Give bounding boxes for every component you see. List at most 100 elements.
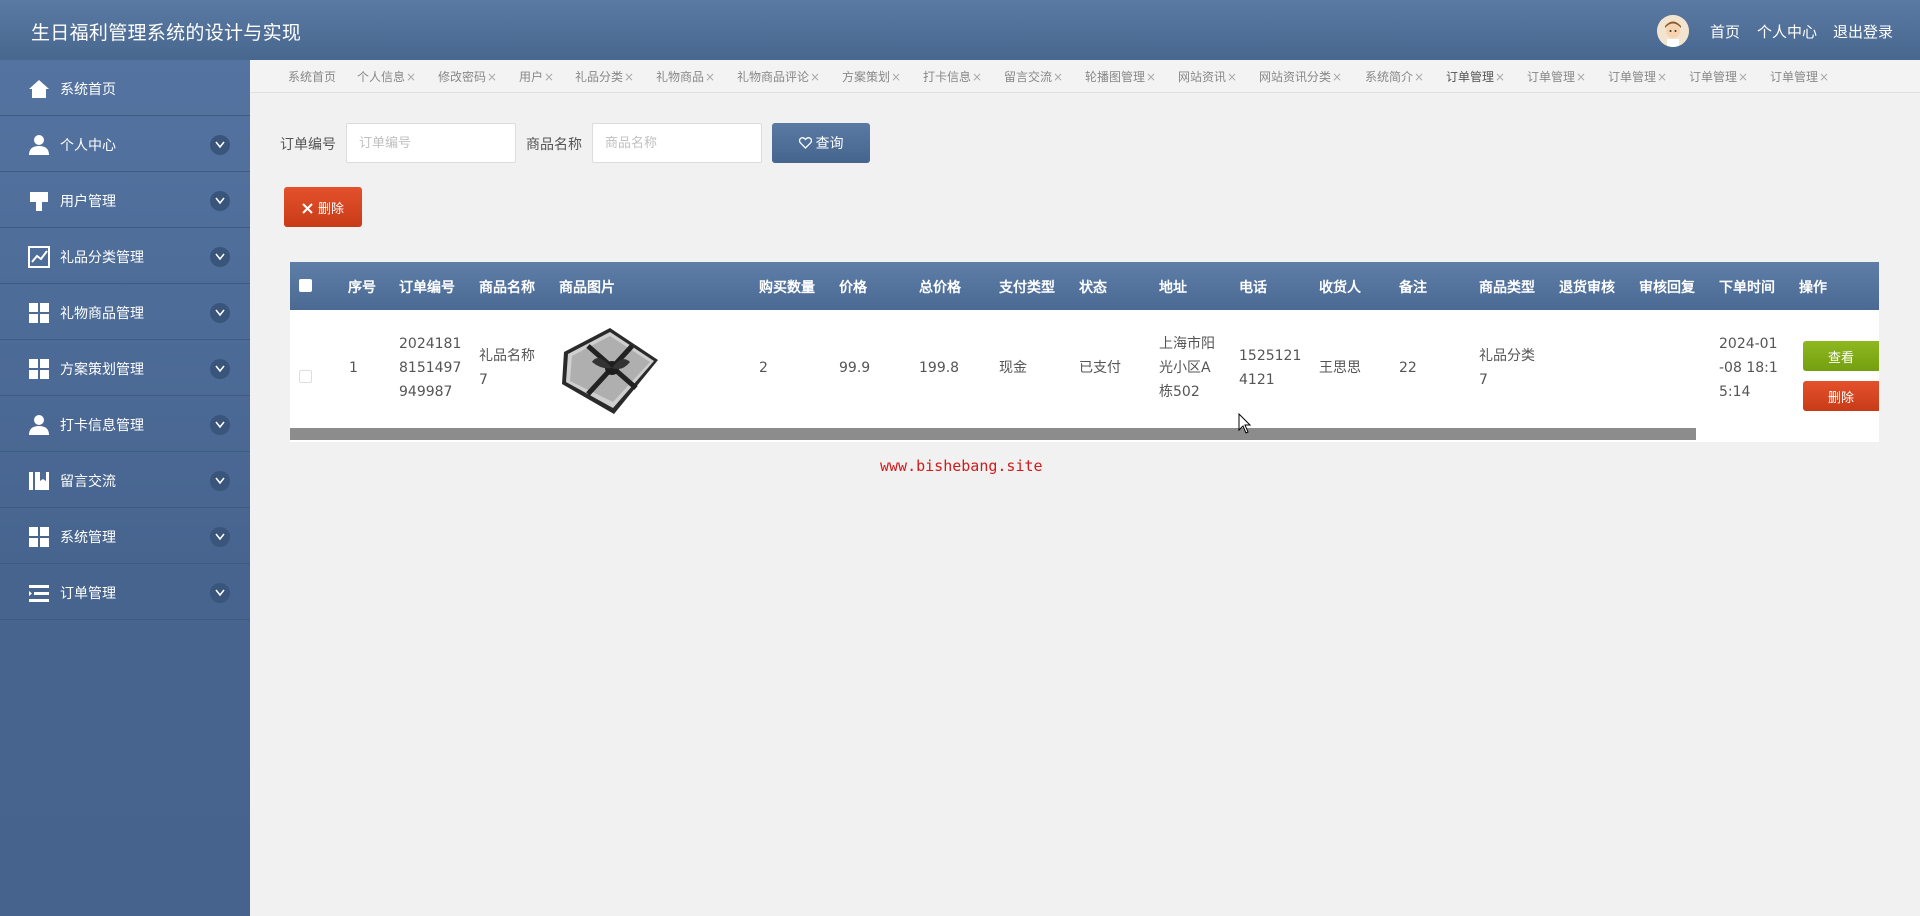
close-icon[interactable]: × — [1738, 70, 1748, 84]
tab-news[interactable]: 网站资讯× — [1178, 68, 1237, 85]
row-delete-button[interactable]: 删除 — [1803, 381, 1879, 411]
close-icon[interactable]: × — [1576, 70, 1586, 84]
table-row: 1 2024181 8151497 949987 礼品名称 7 2 99.9 1… — [290, 310, 1879, 442]
cell-line: 栋502 — [1159, 384, 1200, 400]
sidebar-item-system[interactable]: 系统管理 — [0, 508, 250, 564]
cell-order-time: 2024-01 -08 18:1 5:14 — [1719, 332, 1778, 404]
horizontal-scrollbar[interactable] — [290, 428, 1696, 440]
chevron-down-icon[interactable] — [210, 527, 230, 547]
tab-label: 系统简介 — [1365, 70, 1414, 84]
tab-label: 礼物商品评论 — [737, 70, 810, 84]
tab-users[interactable]: 用户× — [519, 68, 554, 85]
close-icon[interactable]: × — [1053, 70, 1063, 84]
column-header: 操作 — [1799, 280, 1827, 296]
batch-delete-label: 删除 — [317, 200, 344, 216]
sidebar-item-users[interactable]: 用户管理 — [0, 172, 250, 228]
tab-orders[interactable]: 订单管理× — [1527, 68, 1586, 85]
sidebar-item-gift-category[interactable]: 礼品分类管理 — [0, 228, 250, 284]
sidebar-item-checkin[interactable]: 打卡信息管理 — [0, 396, 250, 452]
cell-line: 5:14 — [1719, 384, 1751, 400]
cell-status: 已支付 — [1079, 360, 1121, 376]
batch-delete-button[interactable]: 删除 — [284, 187, 362, 227]
chevron-down-icon[interactable] — [210, 583, 230, 603]
orders-table: 序号 订单编号 商品名称 商品图片 购买数量 价格 总价格 支付类型 状态 地址… — [290, 262, 1879, 442]
sidebar-item-profile[interactable]: 个人中心 — [0, 116, 250, 172]
close-icon[interactable]: × — [972, 70, 982, 84]
close-icon[interactable]: × — [891, 70, 901, 84]
close-icon[interactable]: × — [1146, 70, 1156, 84]
list-icon — [29, 585, 49, 602]
tab-news-category[interactable]: 网站资讯分类× — [1259, 68, 1342, 85]
tab-label: 网站资讯 — [1178, 70, 1227, 84]
tab-bar: 系统首页 个人信息× 修改密码× 用户× 礼品分类× 礼物商品× 礼物商品评论×… — [250, 60, 1920, 93]
sidebar-item-label: 订单管理 — [60, 586, 116, 602]
tab-plans[interactable]: 方案策划× — [842, 68, 901, 85]
column-header: 下单时间 — [1719, 280, 1775, 296]
select-all-checkbox[interactable] — [299, 279, 312, 292]
order-no-input[interactable] — [346, 123, 516, 163]
close-icon[interactable]: × — [810, 70, 820, 84]
close-icon[interactable]: × — [1332, 70, 1342, 84]
sidebar-item-home[interactable]: 系统首页 — [0, 60, 250, 116]
close-icon[interactable]: × — [487, 70, 497, 84]
tab-orders-active[interactable]: 订单管理× — [1446, 68, 1505, 85]
sidebar-item-plans[interactable]: 方案策划管理 — [0, 340, 250, 396]
user-icon — [29, 415, 49, 435]
sidebar-item-orders[interactable]: 订单管理 — [0, 564, 250, 620]
chevron-down-icon[interactable] — [210, 191, 230, 211]
close-icon[interactable]: × — [544, 70, 554, 84]
cell-line: 7 — [1479, 372, 1488, 388]
tab-messages[interactable]: 留言交流× — [1004, 68, 1063, 85]
product-name-label: 商品名称 — [526, 137, 582, 153]
column-header: 序号 — [348, 280, 376, 296]
tab-profile-info[interactable]: 个人信息× — [357, 68, 416, 85]
nav-profile[interactable]: 个人中心 — [1757, 21, 1817, 42]
product-name-input[interactable] — [592, 123, 762, 163]
close-icon[interactable]: × — [406, 70, 416, 84]
chevron-down-icon[interactable] — [210, 135, 230, 155]
tab-orders[interactable]: 订单管理× — [1689, 68, 1748, 85]
tab-carousel[interactable]: 轮播图管理× — [1085, 68, 1156, 85]
chevron-down-icon[interactable] — [210, 247, 230, 267]
nav-logout[interactable]: 退出登录 — [1833, 21, 1893, 42]
avatar[interactable] — [1657, 15, 1689, 47]
close-icon[interactable]: × — [1414, 70, 1424, 84]
tab-home[interactable]: 系统首页 — [288, 68, 336, 85]
grid-icon — [29, 359, 49, 379]
tab-gift-reviews[interactable]: 礼物商品评论× — [737, 68, 820, 85]
chevron-down-icon[interactable] — [210, 359, 230, 379]
query-button[interactable]: 查询 — [772, 123, 870, 163]
column-header: 商品名称 — [479, 280, 535, 296]
tab-change-password[interactable]: 修改密码× — [438, 68, 497, 85]
close-icon[interactable]: × — [1227, 70, 1237, 84]
close-icon[interactable]: × — [705, 70, 715, 84]
nav-home[interactable]: 首页 — [1710, 21, 1740, 42]
sidebar-item-label: 系统首页 — [60, 82, 116, 98]
tab-gift-category[interactable]: 礼品分类× — [575, 68, 634, 85]
close-icon[interactable]: × — [1819, 70, 1829, 84]
tab-orders[interactable]: 订单管理× — [1608, 68, 1667, 85]
chevron-down-icon[interactable] — [210, 303, 230, 323]
chevron-down-icon[interactable] — [210, 415, 230, 435]
chevron-down-icon[interactable] — [210, 471, 230, 491]
tab-label: 订单管理 — [1527, 70, 1576, 84]
tab-label: 方案策划 — [842, 70, 891, 84]
sidebar-item-gift-products[interactable]: 礼物商品管理 — [0, 284, 250, 340]
cell-pay-type: 现金 — [999, 360, 1027, 376]
grid-icon — [29, 303, 49, 323]
view-button[interactable]: 查看 — [1803, 341, 1879, 371]
tab-checkin[interactable]: 打卡信息× — [923, 68, 982, 85]
close-icon[interactable]: × — [624, 70, 634, 84]
tab-gift-products[interactable]: 礼物商品× — [656, 68, 715, 85]
row-checkbox[interactable] — [299, 370, 312, 383]
cell-line: 礼品分类 — [1479, 348, 1535, 364]
close-icon[interactable]: × — [1657, 70, 1667, 84]
tab-system-intro[interactable]: 系统简介× — [1365, 68, 1424, 85]
tab-orders[interactable]: 订单管理× — [1770, 68, 1829, 85]
close-icon[interactable]: × — [1495, 70, 1505, 84]
cell-phone: 1525121 4121 — [1239, 344, 1301, 392]
tab-label: 用户 — [519, 70, 544, 84]
sidebar-item-messages[interactable]: 留言交流 — [0, 452, 250, 508]
close-icon — [302, 202, 313, 214]
tab-label: 礼品分类 — [575, 70, 624, 84]
